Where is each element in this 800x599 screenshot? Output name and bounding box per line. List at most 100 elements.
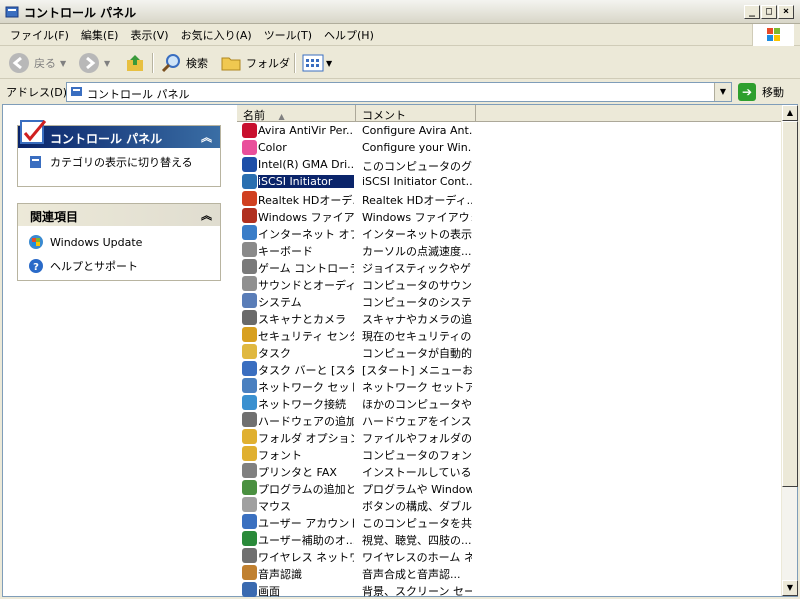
list-item[interactable]: スキャナとカメラ スキャナやカメラの追... bbox=[237, 309, 783, 326]
item-name: キーボード bbox=[258, 245, 313, 258]
list-item[interactable]: Windows ファイアウ... Windows ファイアウォ... bbox=[237, 207, 783, 224]
view-button[interactable]: ▼ bbox=[302, 51, 332, 75]
item-name: Realtek HDオーデ... bbox=[258, 194, 354, 207]
menu-item[interactable]: 表示(V) bbox=[124, 24, 174, 46]
back-arrow-icon bbox=[9, 53, 29, 73]
list-item[interactable]: ネットワーク セットア... ネットワーク セットアッ... bbox=[237, 377, 783, 394]
collapse-icon[interactable]: ︽ bbox=[201, 129, 212, 145]
address-dropdown-button[interactable]: ▼ bbox=[714, 83, 731, 101]
list-item[interactable]: セキュリティ センター現在のセキュリティの... bbox=[237, 326, 783, 343]
collapse-icon[interactable]: ︽ bbox=[201, 207, 212, 223]
switch-category-view-link[interactable]: カテゴリの表示に切り替える bbox=[18, 148, 220, 174]
item-icon bbox=[242, 140, 257, 155]
help-support-link[interactable]: ? ヘルプとサポート bbox=[18, 254, 220, 278]
item-icon bbox=[242, 463, 257, 478]
address-bar: アドレス(D) コントロール パネル ▼ ➔ 移動 bbox=[0, 80, 800, 104]
sort-ascending-icon: ▲ bbox=[278, 112, 285, 121]
item-icon bbox=[242, 327, 257, 342]
list-item[interactable]: ワイヤレス ネットワ... ワイヤレスのホーム ネ... bbox=[237, 547, 783, 564]
column-header-name[interactable]: 名前 ▲ bbox=[237, 105, 356, 122]
forward-button[interactable]: ▼ bbox=[78, 51, 110, 75]
item-icon bbox=[242, 548, 257, 563]
scroll-thumb[interactable] bbox=[782, 121, 798, 487]
section-title: コントロール パネル bbox=[50, 132, 163, 146]
list-item[interactable]: Avira AntiVir Per... Configure Avira Ant.… bbox=[237, 122, 783, 139]
item-icon bbox=[242, 157, 257, 172]
related-section-header[interactable]: 関連項目 ︽ bbox=[18, 204, 220, 226]
list-item[interactable]: システム コンピュータのシステム... bbox=[237, 292, 783, 309]
list-item[interactable]: ゲーム コントローラジョイスティックやゲー... bbox=[237, 258, 783, 275]
maximize-button[interactable]: □ bbox=[761, 5, 777, 19]
item-name: プログラムの追加と... bbox=[258, 483, 354, 496]
go-label: 移動 bbox=[762, 86, 784, 99]
menu-item[interactable]: ヘルプ(H) bbox=[318, 24, 380, 46]
list-item[interactable]: Intel(R) GMA Dri... このコンピュータのグラ... bbox=[237, 156, 783, 173]
list-item[interactable]: ユーザー アカウント このコンピュータを共... bbox=[237, 513, 783, 530]
item-name: プリンタと FAX bbox=[258, 466, 337, 479]
scroll-down-button[interactable]: ▼ bbox=[782, 580, 798, 596]
item-comment: コンピュータが自動的... bbox=[362, 347, 472, 360]
address-label: アドレス(D) bbox=[6, 86, 68, 99]
item-icon bbox=[242, 565, 257, 580]
item-name: ネットワーク セットア... bbox=[258, 381, 354, 394]
item-icon bbox=[242, 378, 257, 393]
item-comment: コンピュータのサウンド... bbox=[362, 279, 472, 292]
item-name: Color bbox=[258, 141, 287, 154]
item-name: iSCSI Initiator bbox=[257, 174, 355, 189]
item-icon bbox=[242, 344, 257, 359]
search-button[interactable]: 検索 bbox=[160, 51, 208, 75]
go-arrow-icon: ➔ bbox=[738, 83, 756, 101]
list-item[interactable]: ハードウェアの追加ハードウェアをインスト... bbox=[237, 411, 783, 428]
address-input[interactable]: コントロール パネル ▼ bbox=[66, 82, 732, 102]
scroll-up-button[interactable]: ▲ bbox=[782, 105, 798, 121]
item-comment: インターネットの表示... bbox=[362, 228, 472, 241]
list-item[interactable]: フォルダ オプションファイルやフォルダの表... bbox=[237, 428, 783, 445]
folders-button[interactable]: フォルダ bbox=[220, 51, 290, 75]
item-comment: 背景、スクリーン セー... bbox=[362, 585, 472, 598]
column-header-comment[interactable]: コメント bbox=[356, 105, 476, 122]
menu-item[interactable]: ファイル(F) bbox=[4, 24, 75, 46]
item-comment: このコンピュータのグラ... bbox=[362, 160, 472, 173]
item-list: 名前 ▲ コメント Avira AntiVir Per... Configure … bbox=[237, 105, 783, 598]
menu-item[interactable]: お気に入り(A) bbox=[175, 24, 258, 46]
minimize-button[interactable]: _ bbox=[744, 5, 760, 19]
list-item[interactable]: マウス ボタンの構成、ダブル... bbox=[237, 496, 783, 513]
list-item[interactable]: タスク バーと [スタ... [スタート] メニューおよ... bbox=[237, 360, 783, 377]
go-button[interactable]: ➔ 移動 bbox=[738, 82, 784, 102]
list-item[interactable]: キーボード カーソルの点滅速度... bbox=[237, 241, 783, 258]
item-name: Intel(R) GMA Dri... bbox=[258, 158, 354, 171]
back-button[interactable]: 戻る ▼ bbox=[8, 51, 66, 75]
list-item[interactable]: タスク コンピュータが自動的... bbox=[237, 343, 783, 360]
list-item[interactable]: プログラムの追加と... プログラムや Window... bbox=[237, 479, 783, 496]
close-button[interactable]: × bbox=[778, 5, 794, 19]
windows-update-icon bbox=[29, 235, 43, 249]
windows-update-link[interactable]: Windows Update bbox=[18, 226, 220, 254]
list-item[interactable]: Realtek HDオーデ... Realtek HDオーディ... bbox=[237, 190, 783, 207]
list-item[interactable]: フォント コンピュータのフォント... bbox=[237, 445, 783, 462]
item-comment: コンピュータのシステム... bbox=[362, 296, 472, 309]
list-item[interactable]: 音声認識 音声合成と音声認... bbox=[237, 564, 783, 581]
item-icon bbox=[242, 497, 257, 512]
vertical-scrollbar[interactable]: ▲ ▼ bbox=[781, 105, 798, 596]
list-item[interactable]: プリンタと FAX インストールしているプ... bbox=[237, 462, 783, 479]
list-item[interactable]: iSCSI Initiator iSCSI Initiator Cont... bbox=[237, 173, 783, 190]
content-area: コントロール パネル ︽ カテゴリの表示に切り替える 関連項目 ︽ Window… bbox=[2, 104, 798, 598]
windows-logo bbox=[752, 24, 794, 46]
menu-item[interactable]: ツール(T) bbox=[258, 24, 318, 46]
item-name: ネットワーク接続 bbox=[258, 398, 346, 411]
menu-item[interactable]: 編集(E) bbox=[75, 24, 125, 46]
list-item[interactable]: ユーザー補助のオ... 視覚、聴覚、四肢の... bbox=[237, 530, 783, 547]
item-icon bbox=[242, 276, 257, 291]
up-folder-button[interactable] bbox=[124, 51, 146, 75]
list-item[interactable]: ネットワーク接続 ほかのコンピュータやネ... bbox=[237, 394, 783, 411]
item-comment: プログラムや Window... bbox=[362, 483, 472, 496]
view-icon bbox=[302, 54, 324, 72]
item-comment: [スタート] メニューおよ... bbox=[362, 364, 472, 377]
rows: Avira AntiVir Per... Configure Avira Ant.… bbox=[237, 122, 783, 598]
address-value: コントロール パネル bbox=[87, 88, 190, 101]
list-item[interactable]: サウンドとオーディオ... コンピュータのサウンド... bbox=[237, 275, 783, 292]
list-item[interactable]: Color Configure your Win... bbox=[237, 139, 783, 156]
list-item[interactable]: 画面 背景、スクリーン セー... bbox=[237, 581, 783, 598]
item-comment: インストールしているプ... bbox=[362, 466, 472, 479]
list-item[interactable]: インターネット オプ... インターネットの表示... bbox=[237, 224, 783, 241]
